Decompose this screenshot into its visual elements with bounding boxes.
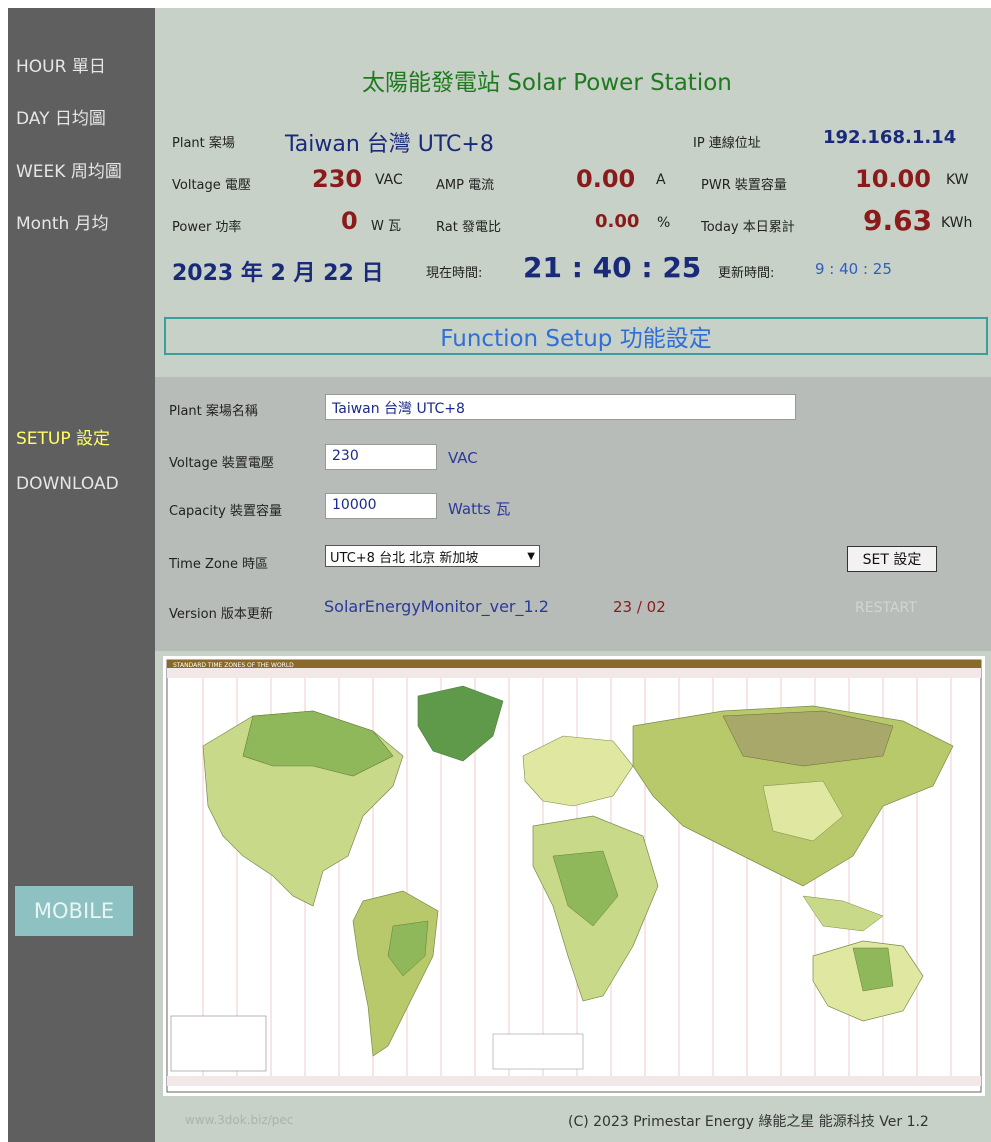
capacity-input[interactable]: 10000	[325, 493, 437, 519]
update-time: 9 : 40 : 25	[815, 260, 892, 278]
now-label: 現在時間:	[426, 266, 483, 281]
nav-download[interactable]: DOWNLOAD	[16, 474, 119, 494]
voltage-unit: VAC	[375, 172, 403, 188]
plant-label: Plant 案場	[172, 136, 235, 151]
nav-week[interactable]: WEEK 周均圖	[16, 157, 122, 182]
nav-hour[interactable]: HOUR 單日	[16, 52, 106, 77]
plant-value: Taiwan 台灣 UTC+8	[285, 132, 494, 157]
restart-button[interactable]: RESTART	[855, 600, 917, 616]
function-setup-title: Function Setup 功能設定	[440, 326, 712, 352]
time-zone-map: STANDARD TIME ZONES OF THE WORLD	[163, 656, 985, 1096]
version-date: 23 / 02	[613, 598, 666, 616]
capacity-unit: Watts 瓦	[448, 500, 511, 518]
voltage-label: Voltage 電壓	[172, 178, 251, 193]
map-title: STANDARD TIME ZONES OF THE WORLD	[173, 662, 294, 669]
capacity-label: Capacity 裝置容量	[169, 504, 282, 519]
voltage-value: 230	[312, 165, 363, 193]
voltage-setting-label: Voltage 裝置電壓	[169, 456, 274, 471]
pwr-unit: KW	[946, 172, 969, 188]
plant-name-label: Plant 案場名稱	[169, 404, 258, 419]
voltage-input[interactable]: 230	[325, 444, 437, 470]
update-label: 更新時間:	[718, 266, 775, 281]
chevron-down-icon: ▼	[527, 550, 535, 562]
rat-value: 0.00	[595, 211, 640, 232]
power-unit: W 瓦	[371, 219, 401, 234]
footer-link[interactable]: www.3dok.biz/pec	[185, 1113, 293, 1127]
date-display: 2023 年 2 月 22 日	[172, 261, 384, 286]
ip-label: IP 連線位址	[693, 136, 761, 151]
amp-label: AMP 電流	[436, 178, 495, 193]
nav-month[interactable]: Month 月均	[16, 209, 109, 234]
today-value: 9.63	[863, 204, 933, 237]
timezone-label: Time Zone 時區	[169, 557, 269, 572]
power-label: Power 功率	[172, 220, 242, 235]
version-value: SolarEnergyMonitor_ver_1.2	[324, 597, 549, 616]
plant-name-input[interactable]: Taiwan 台灣 UTC+8	[325, 394, 796, 420]
footer-copyright: (C) 2023 Primestar Energy 綠能之星 能源科技 Ver …	[568, 1114, 929, 1130]
set-button[interactable]: SET 設定	[847, 546, 937, 572]
today-label: Today 本日累計	[701, 220, 795, 235]
voltage-setting-unit: VAC	[448, 449, 478, 467]
rat-label: Rat 發電比	[436, 220, 501, 235]
today-unit: KWh	[941, 215, 973, 231]
amp-value: 0.00	[576, 165, 636, 193]
nav-day[interactable]: DAY 日均圖	[16, 104, 106, 129]
world-map-image: STANDARD TIME ZONES OF THE WORLD	[166, 659, 982, 1093]
timezone-select[interactable]: UTC+8 台北 北京 新加坡 ▼	[325, 545, 540, 567]
pwr-label: PWR 裝置容量	[701, 178, 787, 193]
timezone-value: UTC+8 台北 北京 新加坡	[330, 550, 479, 566]
main-panel: 太陽能發電站 Solar Power Station Plant 案場 Taiw…	[155, 8, 991, 1142]
function-setup-header: Function Setup 功能設定	[164, 317, 988, 355]
version-label: Version 版本更新	[169, 607, 273, 622]
pwr-value: 10.00	[855, 165, 931, 193]
mobile-button[interactable]: MOBILE	[15, 886, 133, 936]
power-value: 0	[341, 207, 358, 235]
nav-setup[interactable]: SETUP 設定	[16, 424, 110, 449]
rat-unit: %	[657, 215, 671, 231]
now-time: 21 : 40 : 25	[523, 251, 702, 284]
page-title: 太陽能發電站 Solar Power Station	[362, 70, 732, 96]
ip-value: 192.168.1.14	[823, 127, 957, 148]
amp-unit: A	[656, 172, 666, 188]
